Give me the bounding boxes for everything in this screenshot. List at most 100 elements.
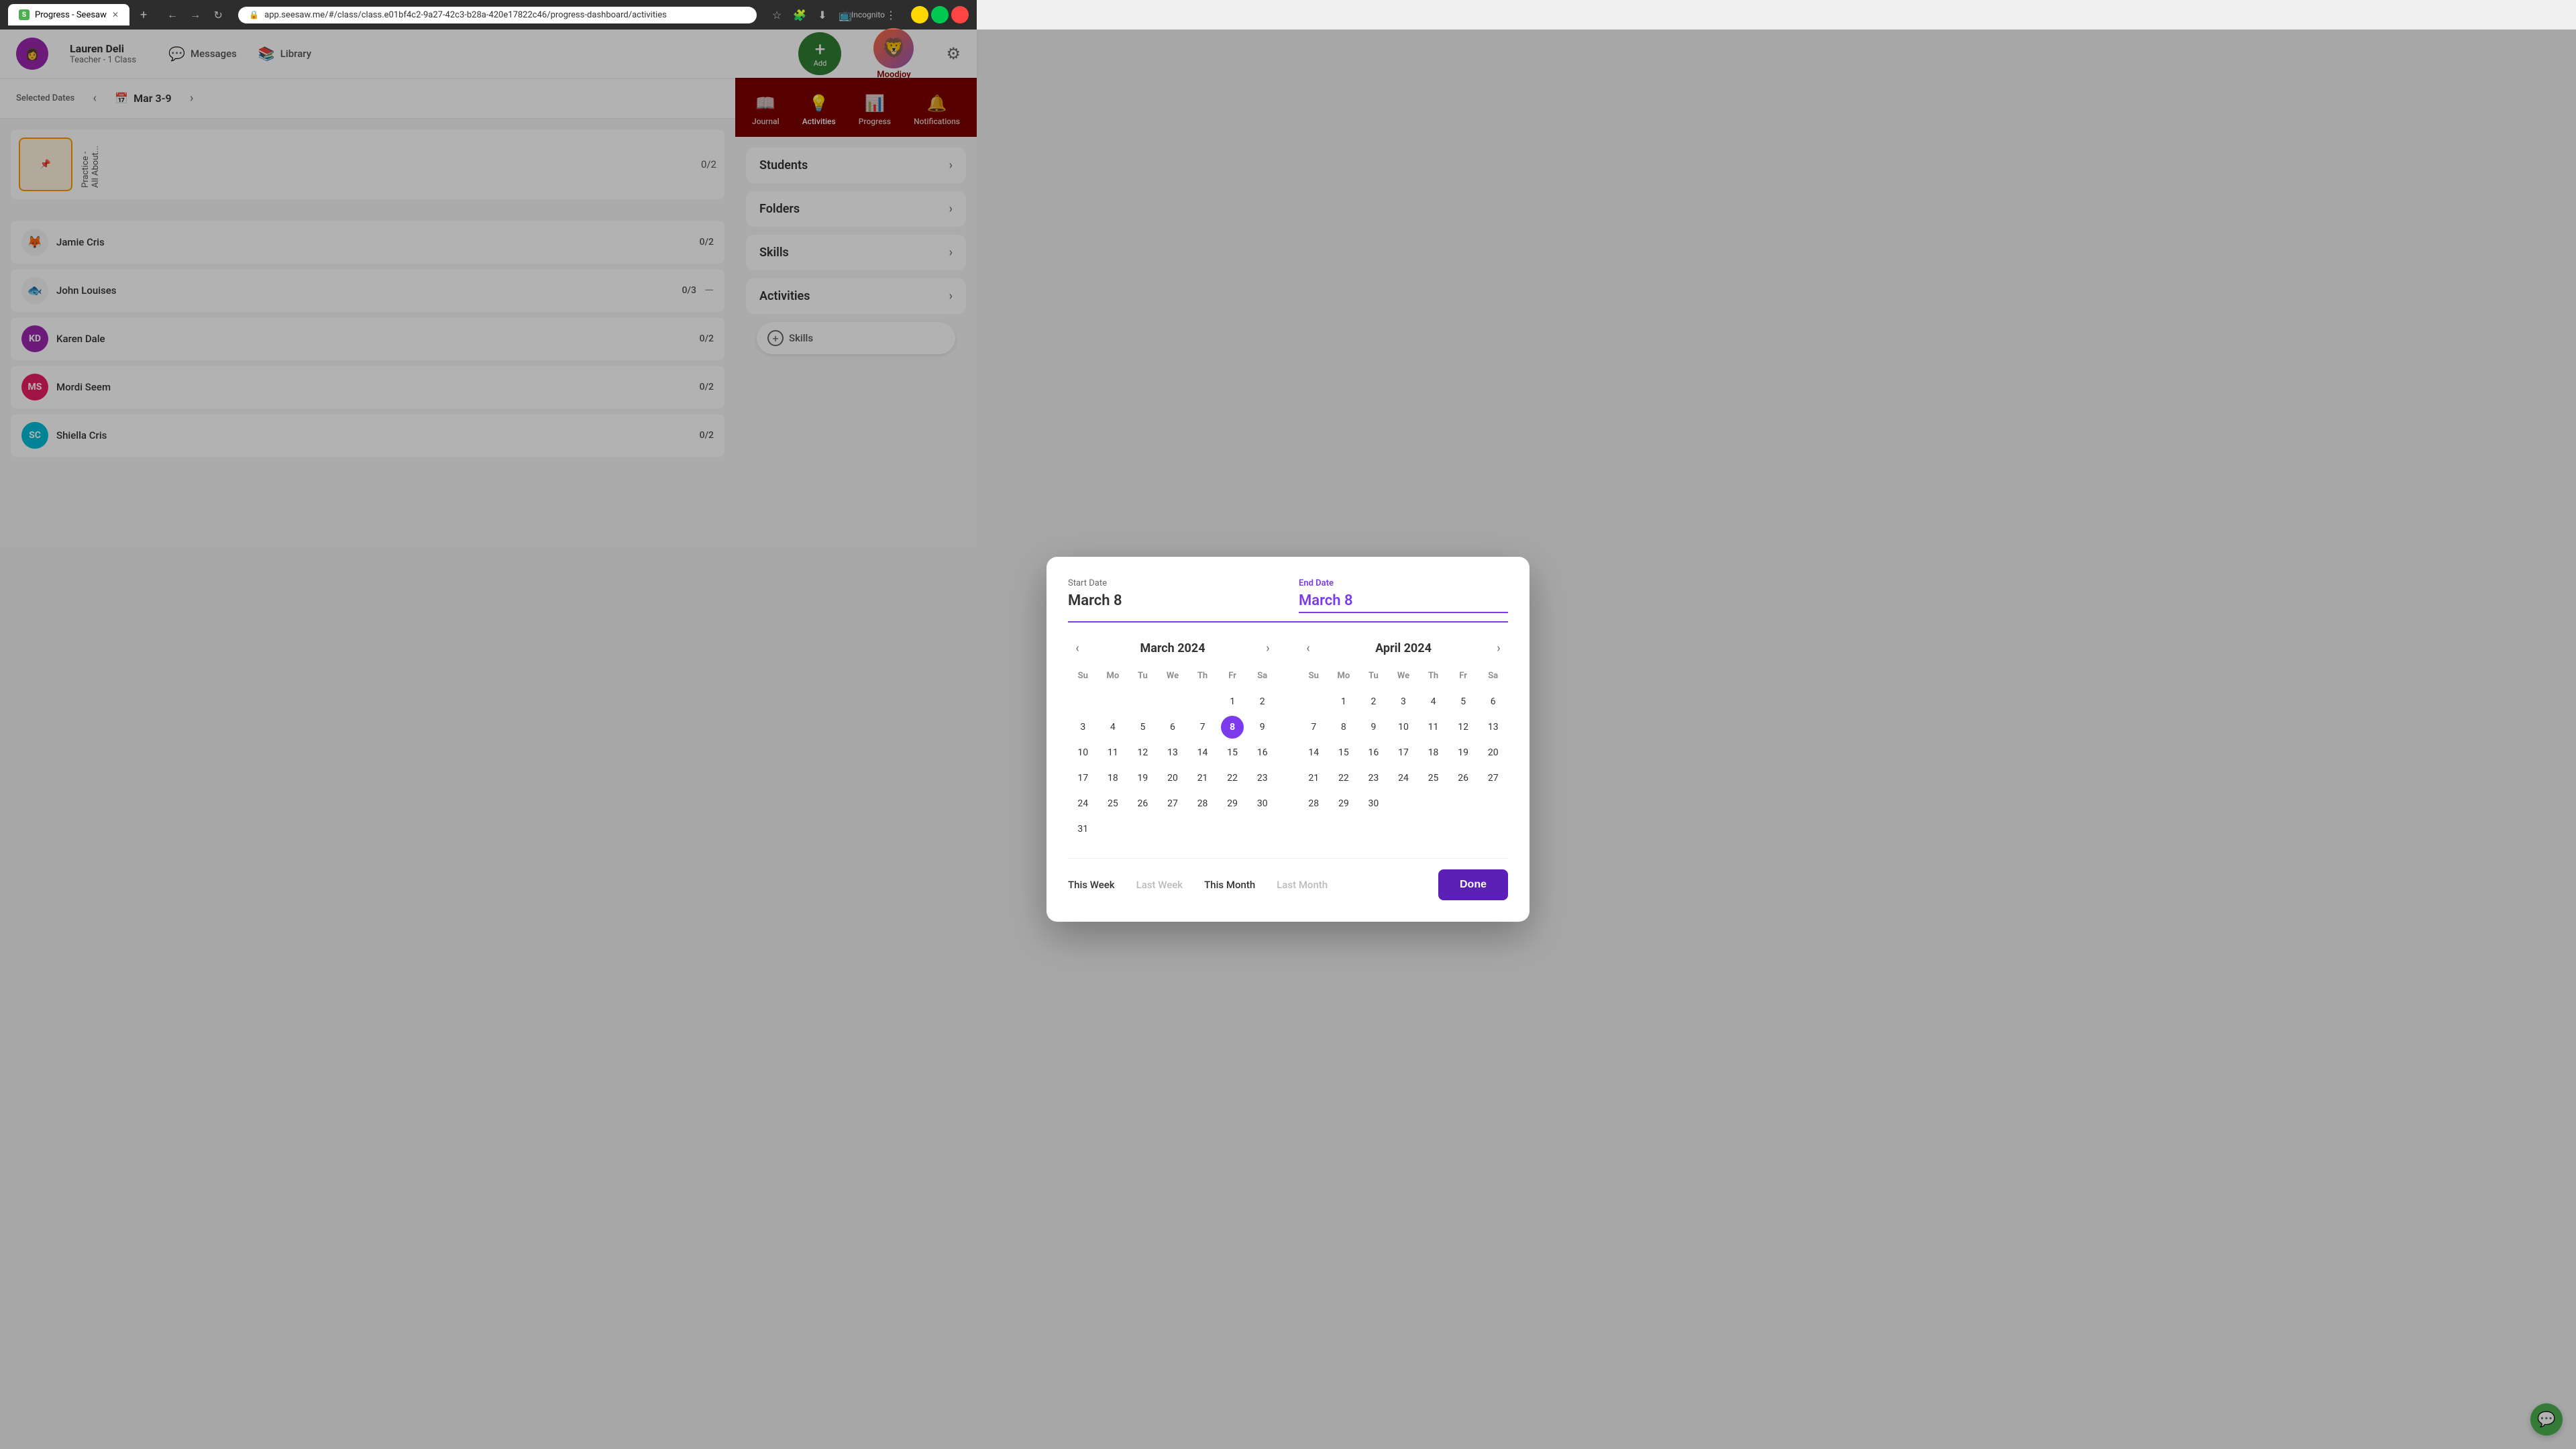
calendar-day[interactable]: 24 bbox=[1071, 792, 1094, 815]
calendar-day[interactable]: 5 bbox=[1131, 716, 1154, 739]
calendar-day[interactable]: 3 bbox=[1071, 716, 1094, 739]
calendar-day[interactable]: 31 bbox=[1071, 818, 1094, 841]
start-date-field[interactable]: Start Date March 8 bbox=[1068, 578, 1277, 613]
calendar-day[interactable]: 14 bbox=[1191, 741, 1214, 764]
calendar-day[interactable]: 4 bbox=[1422, 690, 1445, 713]
day-name: We bbox=[1389, 668, 1419, 684]
calendar-day[interactable]: 25 bbox=[1422, 767, 1445, 790]
april-prev-button[interactable]: ‹ bbox=[1299, 639, 1318, 657]
download-button[interactable]: ⬇ bbox=[813, 5, 832, 24]
new-tab-button[interactable]: + bbox=[135, 5, 152, 25]
calendar-day[interactable]: 10 bbox=[1071, 741, 1094, 764]
calendar-day[interactable]: 2 bbox=[1251, 690, 1274, 713]
tab-close[interactable]: ✕ bbox=[112, 10, 119, 19]
calendar-day[interactable]: 8 bbox=[1221, 716, 1244, 739]
calendar-day[interactable]: 26 bbox=[1452, 767, 1474, 790]
calendar-day[interactable]: 26 bbox=[1131, 792, 1154, 815]
menu-button[interactable]: ⋮ bbox=[881, 5, 900, 24]
calendar-day[interactable]: 19 bbox=[1452, 741, 1474, 764]
calendar-day[interactable]: 24 bbox=[1392, 767, 1415, 790]
calendar-day[interactable]: 23 bbox=[1251, 767, 1274, 790]
calendar-day[interactable]: 18 bbox=[1422, 741, 1445, 764]
minimize-button[interactable]: — bbox=[911, 6, 928, 23]
march-next-button[interactable]: › bbox=[1258, 639, 1277, 657]
calendar-day[interactable]: 22 bbox=[1332, 767, 1355, 790]
back-button[interactable]: ← bbox=[163, 5, 182, 24]
start-date-label: Start Date bbox=[1068, 578, 1277, 588]
calendar-day[interactable]: 30 bbox=[1362, 792, 1385, 815]
this-week-button[interactable]: This Week bbox=[1068, 879, 1115, 891]
forward-button[interactable]: → bbox=[186, 5, 205, 24]
calendar-day[interactable]: 13 bbox=[1161, 741, 1184, 764]
calendar-day[interactable]: 8 bbox=[1332, 716, 1355, 739]
calendar-day[interactable]: 15 bbox=[1332, 741, 1355, 764]
calendar-day[interactable]: 25 bbox=[1102, 792, 1124, 815]
address-bar[interactable]: 🔒 app.seesaw.me/#/class/class.e01bf4c2-9… bbox=[238, 7, 757, 23]
calendar-day[interactable]: 6 bbox=[1482, 690, 1505, 713]
calendar-day[interactable]: 1 bbox=[1221, 690, 1244, 713]
calendar-day[interactable]: 17 bbox=[1392, 741, 1415, 764]
date-picker-modal: Start Date March 8 End Date March 8 ‹ Ma… bbox=[1046, 557, 1529, 922]
end-date-label: End Date bbox=[1299, 578, 1508, 588]
calendar-day[interactable]: 3 bbox=[1392, 690, 1415, 713]
browser-chrome: S Progress - Seesaw ✕ + ← → ↻ 🔒 app.sees… bbox=[0, 0, 977, 30]
this-month-button[interactable]: This Month bbox=[1204, 879, 1255, 891]
calendar-day[interactable]: 28 bbox=[1302, 792, 1325, 815]
restore-button[interactable]: □ bbox=[931, 6, 949, 23]
calendar-day[interactable]: 7 bbox=[1302, 716, 1325, 739]
calendar-day[interactable]: 17 bbox=[1071, 767, 1094, 790]
calendar-day[interactable]: 19 bbox=[1131, 767, 1154, 790]
calendar-day[interactable]: 1 bbox=[1332, 690, 1355, 713]
calendar-day[interactable]: 9 bbox=[1362, 716, 1385, 739]
calendar-day[interactable]: 20 bbox=[1161, 767, 1184, 790]
calendar-day bbox=[1482, 792, 1505, 815]
calendar-day bbox=[1131, 690, 1154, 713]
calendar-day[interactable]: 29 bbox=[1221, 792, 1244, 815]
calendar-day[interactable]: 16 bbox=[1362, 741, 1385, 764]
browser-tab[interactable]: S Progress - Seesaw ✕ bbox=[8, 4, 129, 25]
calendar-day[interactable]: 23 bbox=[1362, 767, 1385, 790]
calendar-day[interactable]: 10 bbox=[1392, 716, 1415, 739]
day-name: Tu bbox=[1128, 668, 1158, 684]
calendar-day[interactable]: 22 bbox=[1221, 767, 1244, 790]
calendar-day[interactable]: 16 bbox=[1251, 741, 1274, 764]
day-name: Fr bbox=[1218, 668, 1248, 684]
calendar-day bbox=[1102, 690, 1124, 713]
calendar-day[interactable]: 29 bbox=[1332, 792, 1355, 815]
calendar-day[interactable]: 27 bbox=[1482, 767, 1505, 790]
close-button[interactable]: ✕ bbox=[951, 6, 969, 23]
calendar-day bbox=[1221, 818, 1244, 841]
calendar-day[interactable]: 14 bbox=[1302, 741, 1325, 764]
calendar-day bbox=[1191, 818, 1214, 841]
march-prev-button[interactable]: ‹ bbox=[1068, 639, 1087, 657]
calendar-day[interactable]: 27 bbox=[1161, 792, 1184, 815]
bookmark-button[interactable]: ☆ bbox=[767, 5, 786, 24]
end-date-value: March 8 bbox=[1299, 592, 1508, 613]
calendar-day[interactable]: 20 bbox=[1482, 741, 1505, 764]
calendar-day[interactable]: 12 bbox=[1452, 716, 1474, 739]
calendar-day[interactable]: 11 bbox=[1102, 741, 1124, 764]
calendar-day[interactable]: 2 bbox=[1362, 690, 1385, 713]
done-button[interactable]: Done bbox=[1438, 869, 1508, 900]
calendar-day[interactable]: 21 bbox=[1191, 767, 1214, 790]
march-calendar: ‹ March 2024 › Su Mo Tu We Th Fr Sa 1234… bbox=[1068, 639, 1277, 842]
calendar-day[interactable]: 13 bbox=[1482, 716, 1505, 739]
refresh-button[interactable]: ↻ bbox=[209, 5, 227, 24]
incognito-label: Incognito bbox=[859, 5, 877, 24]
calendar-day[interactable]: 6 bbox=[1161, 716, 1184, 739]
calendar-day[interactable]: 15 bbox=[1221, 741, 1244, 764]
calendar-day[interactable]: 9 bbox=[1251, 716, 1274, 739]
calendar-day[interactable]: 21 bbox=[1302, 767, 1325, 790]
calendar-day[interactable]: 7 bbox=[1191, 716, 1214, 739]
calendar-day[interactable]: 12 bbox=[1131, 741, 1154, 764]
end-date-field[interactable]: End Date March 8 bbox=[1299, 578, 1508, 613]
calendar-day[interactable]: 30 bbox=[1251, 792, 1274, 815]
calendar-day[interactable]: 5 bbox=[1452, 690, 1474, 713]
april-next-button[interactable]: › bbox=[1489, 639, 1508, 657]
extensions-button[interactable]: 🧩 bbox=[790, 5, 809, 24]
calendar-day[interactable]: 18 bbox=[1102, 767, 1124, 790]
calendar-day[interactable]: 28 bbox=[1191, 792, 1214, 815]
modal-overlay: Start Date March 8 End Date March 8 ‹ Ma… bbox=[0, 30, 2576, 1449]
calendar-day[interactable]: 4 bbox=[1102, 716, 1124, 739]
calendar-day[interactable]: 11 bbox=[1422, 716, 1445, 739]
